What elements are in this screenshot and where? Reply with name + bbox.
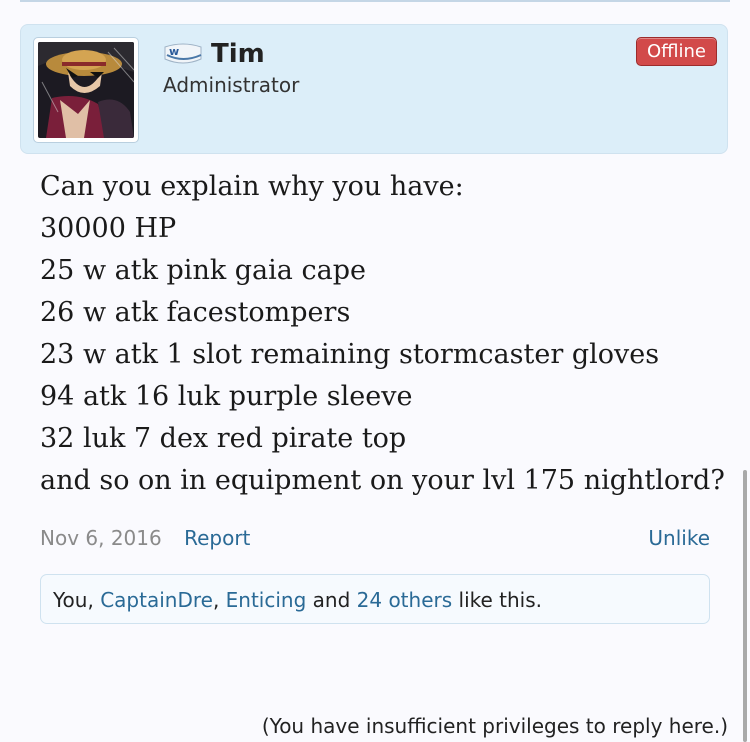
post-line: and so on in equipment on your lvl 175 n… xyxy=(40,465,725,496)
report-link[interactable]: Report xyxy=(184,526,250,550)
unlike-link[interactable]: Unlike xyxy=(648,526,710,550)
rank-icon-text: w xyxy=(169,45,179,58)
post-line: 30000 HP xyxy=(40,213,177,244)
post-line: 25 w atk pink gaia cape xyxy=(40,255,366,286)
likes-you: You xyxy=(53,588,88,612)
post-line: 94 atk 16 luk purple sleeve xyxy=(40,381,413,412)
top-divider xyxy=(20,0,730,2)
liker-link[interactable]: Enticing xyxy=(226,588,307,612)
likes-others-link[interactable]: 24 others xyxy=(357,588,453,612)
likes-and: and xyxy=(306,588,357,612)
post-meta: Nov 6, 2016 Report Unlike xyxy=(40,526,710,550)
user-title: Administrator xyxy=(163,73,300,97)
username[interactable]: Tim xyxy=(211,39,265,69)
likes-summary: You, CaptainDre, Enticing and 24 others … xyxy=(40,574,710,624)
post-line: 26 w atk facestompers xyxy=(40,297,351,328)
post-date[interactable]: Nov 6, 2016 xyxy=(40,526,162,550)
scrollbar[interactable] xyxy=(743,470,747,742)
likes-separator: , xyxy=(87,588,101,612)
status-badge: Offline xyxy=(635,37,717,66)
post-line: 32 luk 7 dex red pirate top xyxy=(40,423,407,454)
liker-link[interactable]: CaptainDre xyxy=(100,588,213,612)
likes-suffix: like this. xyxy=(452,588,543,612)
post-message: Can you explain why you have: 30000 HP 2… xyxy=(40,166,730,502)
avatar-frame[interactable] xyxy=(33,37,139,143)
avatar[interactable] xyxy=(38,42,134,138)
likes-separator: , xyxy=(212,588,226,612)
reply-privileges-note: (You have insufficient privileges to rep… xyxy=(261,714,728,738)
rank-icon: w xyxy=(163,41,203,67)
user-info-card: w Tim Administrator Offline xyxy=(20,24,728,154)
post-line: Can you explain why you have: xyxy=(40,171,464,202)
post-line: 23 w atk 1 slot remaining stormcaster gl… xyxy=(40,339,660,370)
